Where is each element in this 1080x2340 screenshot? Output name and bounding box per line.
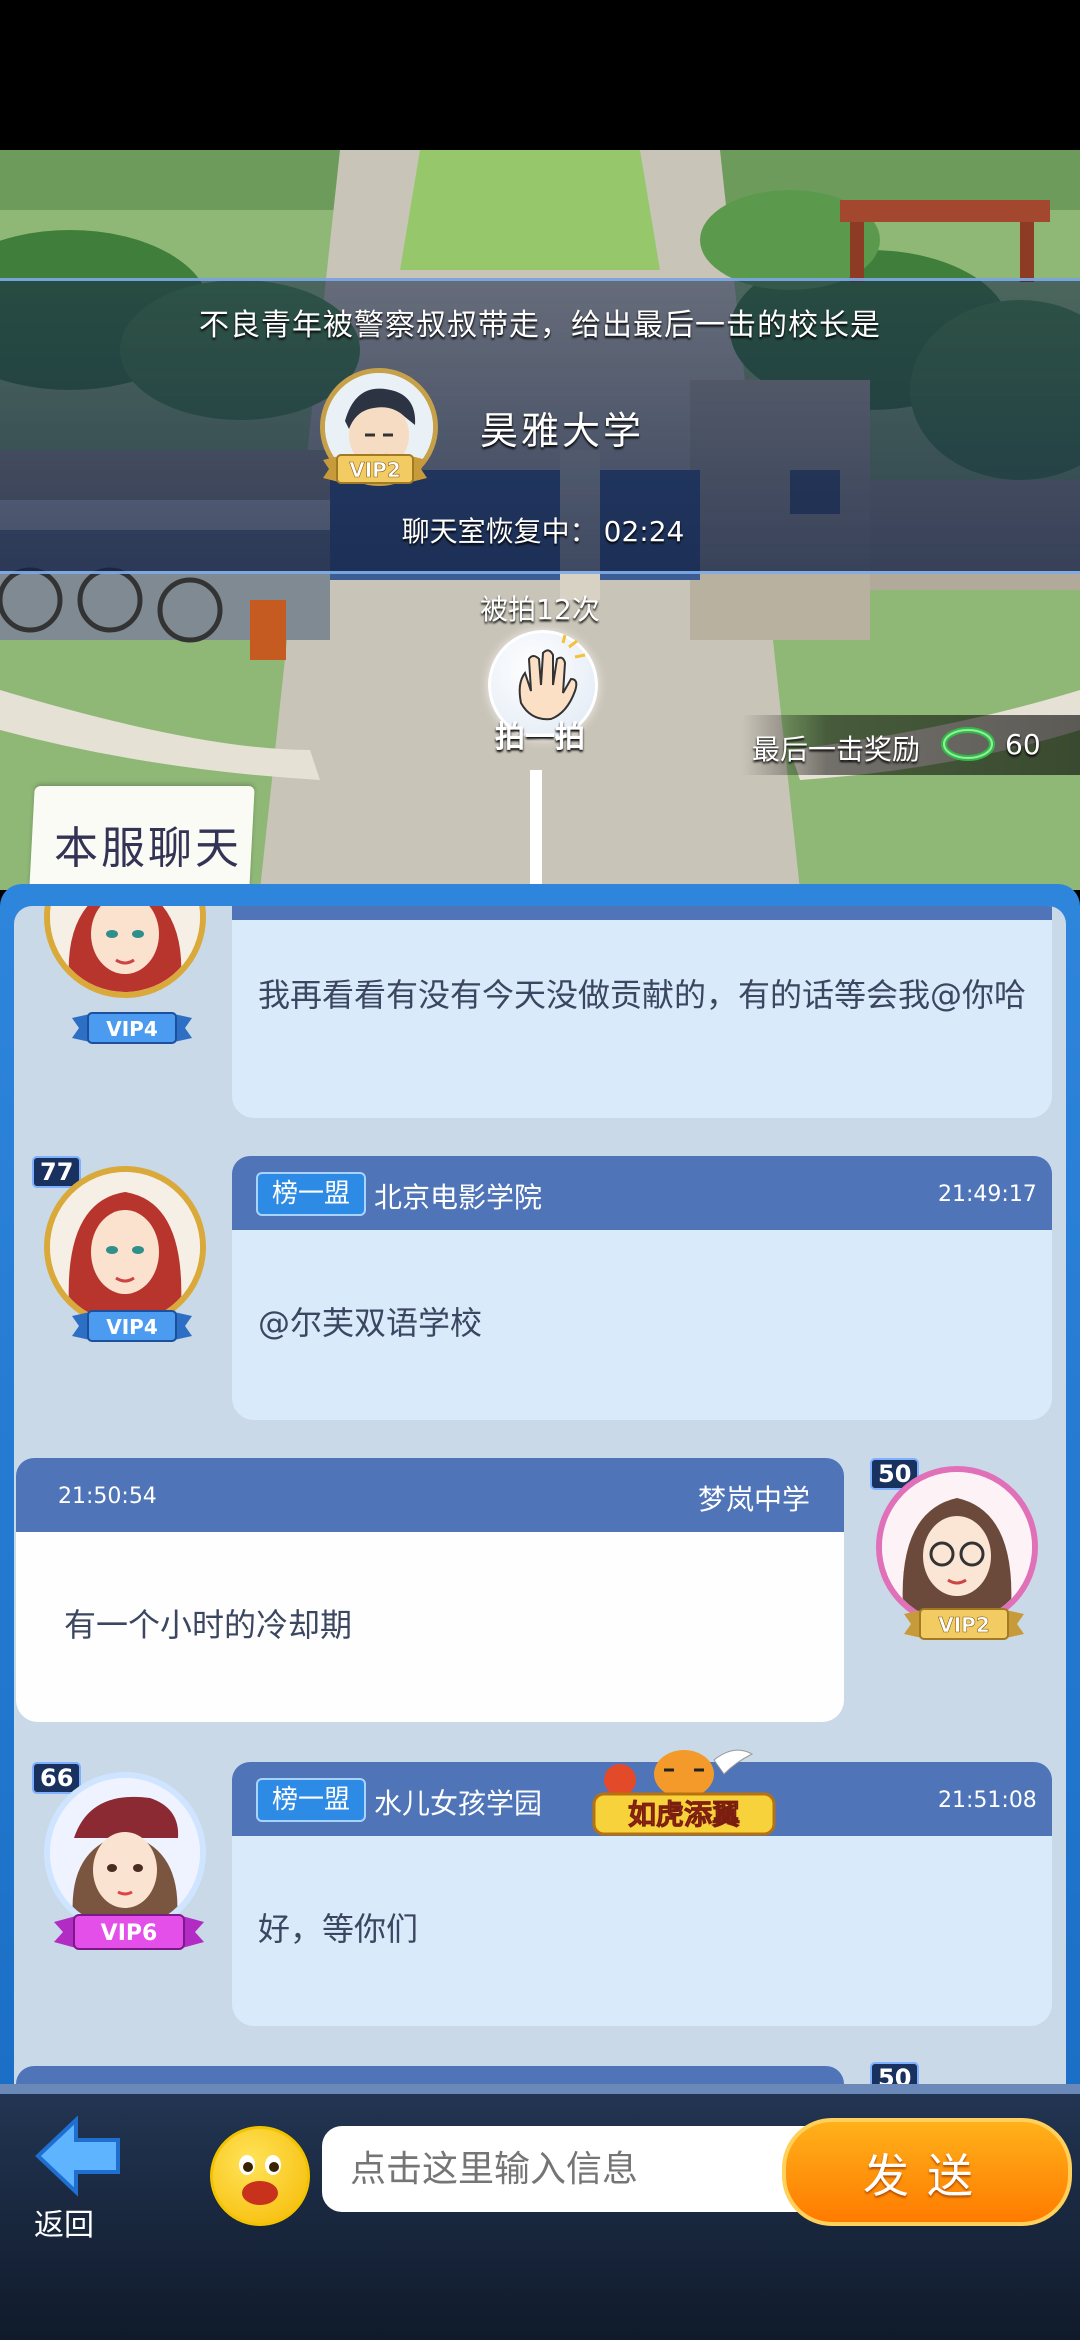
emoji-button[interactable] — [210, 2126, 310, 2226]
pat-count: 被拍12次 — [480, 593, 600, 626]
chat-message: 66 VIP6 榜一盟 水儿女孩学园 如虎添翼 21:51:08 好，等你们 — [14, 1749, 1066, 2052]
tiger-title-badge: 如虎添翼 — [592, 1749, 776, 1836]
message-time: 21:51:08 — [938, 1788, 1037, 1813]
send-button[interactable]: 发送 — [782, 2118, 1072, 2226]
chat-message-list[interactable]: VIP4 我再看看有没有今天没做贡献的，有的话等会我@你哈 77 VIP4 榜一… — [14, 906, 1066, 2086]
last-hit-reward-label: 最后一击奖励 — [752, 733, 921, 766]
vip-badge: VIP6 — [54, 1914, 204, 1950]
chat-message: 21:50:54 梦岚中学 有一个小时的冷却期 50 VIP2 — [14, 1458, 1066, 1738]
vip-badge: VIP4 — [72, 1310, 192, 1342]
chat-message: 77 VIP4 榜一盟 北京电影学院 21:49:17 @尔芙双语学校 — [14, 1156, 1066, 1456]
vip-label: VIP4 — [106, 1017, 158, 1041]
vip-badge: VIP4 — [72, 1012, 192, 1044]
union-badge: 榜一盟 — [256, 1778, 367, 1822]
chat-input[interactable] — [322, 2126, 852, 2212]
smiley-icon — [239, 2155, 281, 2205]
user-avatar[interactable] — [44, 1772, 206, 1934]
recovering-label: 聊天室恢复中： — [401, 515, 598, 548]
sender-school: 梦岚中学 — [698, 1483, 811, 1516]
send-button-label: 发送 — [863, 2149, 991, 2203]
sender-school: 水儿女孩学园 — [374, 1787, 543, 1820]
message-text: 好，等你们 — [258, 1910, 419, 1948]
vip-label: VIP2 — [938, 1613, 990, 1637]
bottom-bar-edge — [0, 2084, 1080, 2094]
tab-server-chat-label: 本服聊天 — [54, 823, 242, 874]
announcement-text: 不良青年被警察叔叔带走，给出最后一击的校长是 — [199, 308, 881, 343]
redhair-girl-portrait-icon — [50, 906, 200, 992]
message-time: 21:50:54 — [58, 1484, 157, 1509]
leader-vip-badge: VIP2 — [323, 454, 427, 484]
vip-label: VIP4 — [106, 1315, 158, 1339]
glasses-girl-portrait-icon — [882, 1472, 1032, 1622]
user-avatar[interactable] — [876, 1466, 1038, 1628]
back-arrow-icon — [35, 2115, 120, 2197]
status-bar — [0, 0, 1080, 150]
redhair-girl-portrait-icon — [50, 1172, 200, 1322]
user-avatar[interactable] — [44, 1166, 206, 1328]
chat-message: VIP4 我再看看有没有今天没做贡献的，有的话等会我@你哈 — [14, 906, 1066, 1126]
leader-school-name: 昊雅大学 — [480, 409, 645, 453]
vip-badge: VIP2 — [904, 1608, 1024, 1640]
green-ring-icon — [941, 727, 995, 761]
user-avatar[interactable] — [44, 906, 206, 998]
message-text: @尔芙双语学校 — [258, 1304, 483, 1342]
bubble-header — [232, 906, 1052, 920]
back-button-label: 返回 — [34, 2208, 94, 2243]
last-hit-reward-value: 60 — [1005, 728, 1041, 761]
tiger-title-label: 如虎添翼 — [628, 1798, 740, 1831]
union-badge: 榜一盟 — [256, 1172, 367, 1216]
bubble-header — [16, 2066, 844, 2086]
chat-recovering-status: 聊天室恢复中： 02:24 — [0, 510, 1080, 550]
sender-school: 北京电影学院 — [374, 1181, 543, 1214]
recovering-countdown: 02:24 — [603, 515, 685, 548]
message-text: 有一个小时的冷却期 — [64, 1606, 353, 1644]
vip-label: VIP6 — [101, 1921, 158, 1946]
message-text: 我再看看有没有今天没做贡献的，有的话等会我@你哈 — [258, 976, 1027, 1014]
chat-message: 50 — [14, 2062, 1066, 2086]
leader-vip-label: VIP2 — [349, 458, 401, 482]
cap-girl-portrait-icon — [50, 1778, 200, 1928]
user-level-badge: 50 — [870, 2062, 920, 2086]
message-time: 21:49:17 — [938, 1182, 1037, 1207]
